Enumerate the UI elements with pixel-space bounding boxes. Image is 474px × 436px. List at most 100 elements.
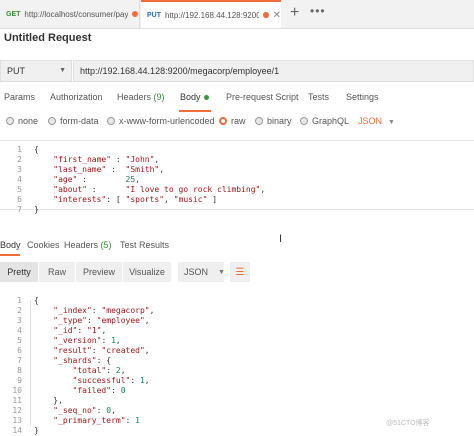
line-text: "age" : 25, [53,175,140,184]
line-text: } [34,205,39,214]
code-line: 7} [0,205,474,215]
tab-method: PUT [147,11,161,19]
line-number: 1 [17,145,22,154]
radio-icon [107,117,115,125]
radio-label: GraphQL [312,116,350,126]
line-number: 12 [12,406,22,415]
view-raw-button[interactable]: Raw [39,262,75,282]
line-text: "_type": "employee", [53,316,150,325]
view-visualize-button[interactable]: Visualize [123,262,171,282]
radio-icon [6,117,14,125]
line-text: "_primary_term": 1 [53,416,140,425]
radio-icon [48,117,56,125]
line-text: "failed": 0 [72,386,126,395]
line-number: 14 [12,426,22,435]
line-number: 2 [17,155,22,164]
view-pretty-button[interactable]: Pretty [0,262,38,282]
body-format-value: JSON [358,116,383,126]
line-text: "_shards": { [53,356,112,365]
tab-strip: GET http://localhost/consumer/pay... PUT… [0,0,474,29]
line-text: } [34,426,39,435]
request-body-editor[interactable]: 1{2 "first_name" : "John", 3 "last_name" … [0,140,474,214]
line-number: 4 [17,175,22,184]
body-format-select[interactable]: JSON ▼ [358,116,395,126]
line-text: "successful": 1, [72,376,150,385]
line-text: "total": 2, [72,366,126,375]
response-tabs: Body Cookies Headers (5) Test Results [0,240,474,254]
method-select[interactable]: PUT ▼ [0,60,72,82]
line-number: 7 [17,356,22,365]
tab-response-headers[interactable]: Headers (5) [64,240,112,250]
wrap-lines-button[interactable]: ☰ [230,262,250,282]
tab-response-cookies[interactable]: Cookies [27,240,60,250]
tab-authorization[interactable]: Authorization [50,92,103,102]
radio-binary[interactable]: binary [255,116,292,126]
code-line: 1{ [0,145,474,155]
line-text: }, [34,396,63,405]
code-line: 3 "_type": "employee", [0,316,474,326]
code-line: 6 "result": "created", [0,346,474,356]
tab-prerequest-script[interactable]: Pre-request Script [226,92,299,102]
close-icon[interactable]: ✕ [273,10,281,21]
code-line: 8 "total": 2, [0,366,474,376]
line-number: 4 [17,326,22,335]
unsaved-dot-icon [132,11,139,17]
tab-get-request[interactable]: GET http://localhost/consumer/pay... [0,0,140,28]
request-tabs: Params Authorization Headers (9) Body Pr… [0,92,474,108]
line-text: "interests": [ "sports", "music" ] [53,195,218,204]
view-preview-button[interactable]: Preview [76,262,122,282]
radio-none[interactable]: none [6,116,38,126]
more-tabs-button[interactable]: ••• [310,4,326,18]
radio-label: binary [267,116,292,126]
tab-body-label: Body [180,92,201,102]
tab-test-results[interactable]: Test Results [120,240,169,250]
response-format-select[interactable]: JSON ▼ [178,262,225,282]
radio-label: none [18,116,39,126]
new-tab-button[interactable]: + [290,4,299,22]
tab-headers[interactable]: Headers (9) [117,92,165,102]
radio-graphql[interactable]: GraphQL [300,116,349,126]
line-number: 11 [12,396,22,405]
line-number: 6 [17,195,22,204]
tab-params[interactable]: Params [4,92,35,102]
tab-headers-label: Headers [117,92,152,102]
line-number: 1 [17,296,22,305]
unsaved-dot-icon [263,12,269,18]
line-number: 7 [17,205,22,214]
tab-body[interactable]: Body [180,92,209,102]
line-number: 6 [17,346,22,355]
code-line: 9 "successful": 1, [0,376,474,386]
line-number: 9 [17,376,22,385]
tab-method: GET [6,10,21,18]
radio-form-data[interactable]: form-data [48,116,99,126]
status-dot-icon [203,95,209,101]
url-value: http://192.168.44.128:9200/megacorp/empl… [80,66,280,76]
radio-urlencoded[interactable]: x-www-form-urlencoded [107,116,215,126]
headers-count: (9) [153,92,165,102]
request-title[interactable]: Untitled Request [4,32,91,44]
url-input[interactable]: http://192.168.44.128:9200/megacorp/empl… [73,60,474,82]
tab-put-request[interactable]: PUT http://192.168.44.128:9200/me... ✕ [141,0,281,28]
radio-raw[interactable]: raw [219,116,246,126]
line-number: 5 [17,185,22,194]
wrap-lines-icon: ☰ [235,266,245,278]
tab-tests[interactable]: Tests [308,92,329,102]
tab-response-headers-label: Headers [64,240,99,250]
radio-icon [300,117,308,125]
line-number: 8 [17,366,22,375]
chevron-down-icon: ▼ [218,268,225,276]
code-line: 11 }, [0,396,474,406]
radio-label: raw [231,116,246,126]
active-response-tab-indicator [0,254,20,256]
code-line: 5 "_version": 1, [0,336,474,346]
code-line: 10 "failed": 0 [0,386,474,396]
tab-url: http://192.168.44.128:9200/me... [165,10,260,20]
tab-response-body[interactable]: Body [0,240,21,250]
active-tab-indicator [179,110,211,112]
line-text: { [34,296,39,305]
code-line: 12 "_seq_no": 0, [0,406,474,416]
tab-settings[interactable]: Settings [346,92,379,102]
line-text: "first_name" : "John", [53,155,160,164]
line-text: "last_name" : "Smith", [53,165,165,174]
response-format-value: JSON [184,267,209,277]
